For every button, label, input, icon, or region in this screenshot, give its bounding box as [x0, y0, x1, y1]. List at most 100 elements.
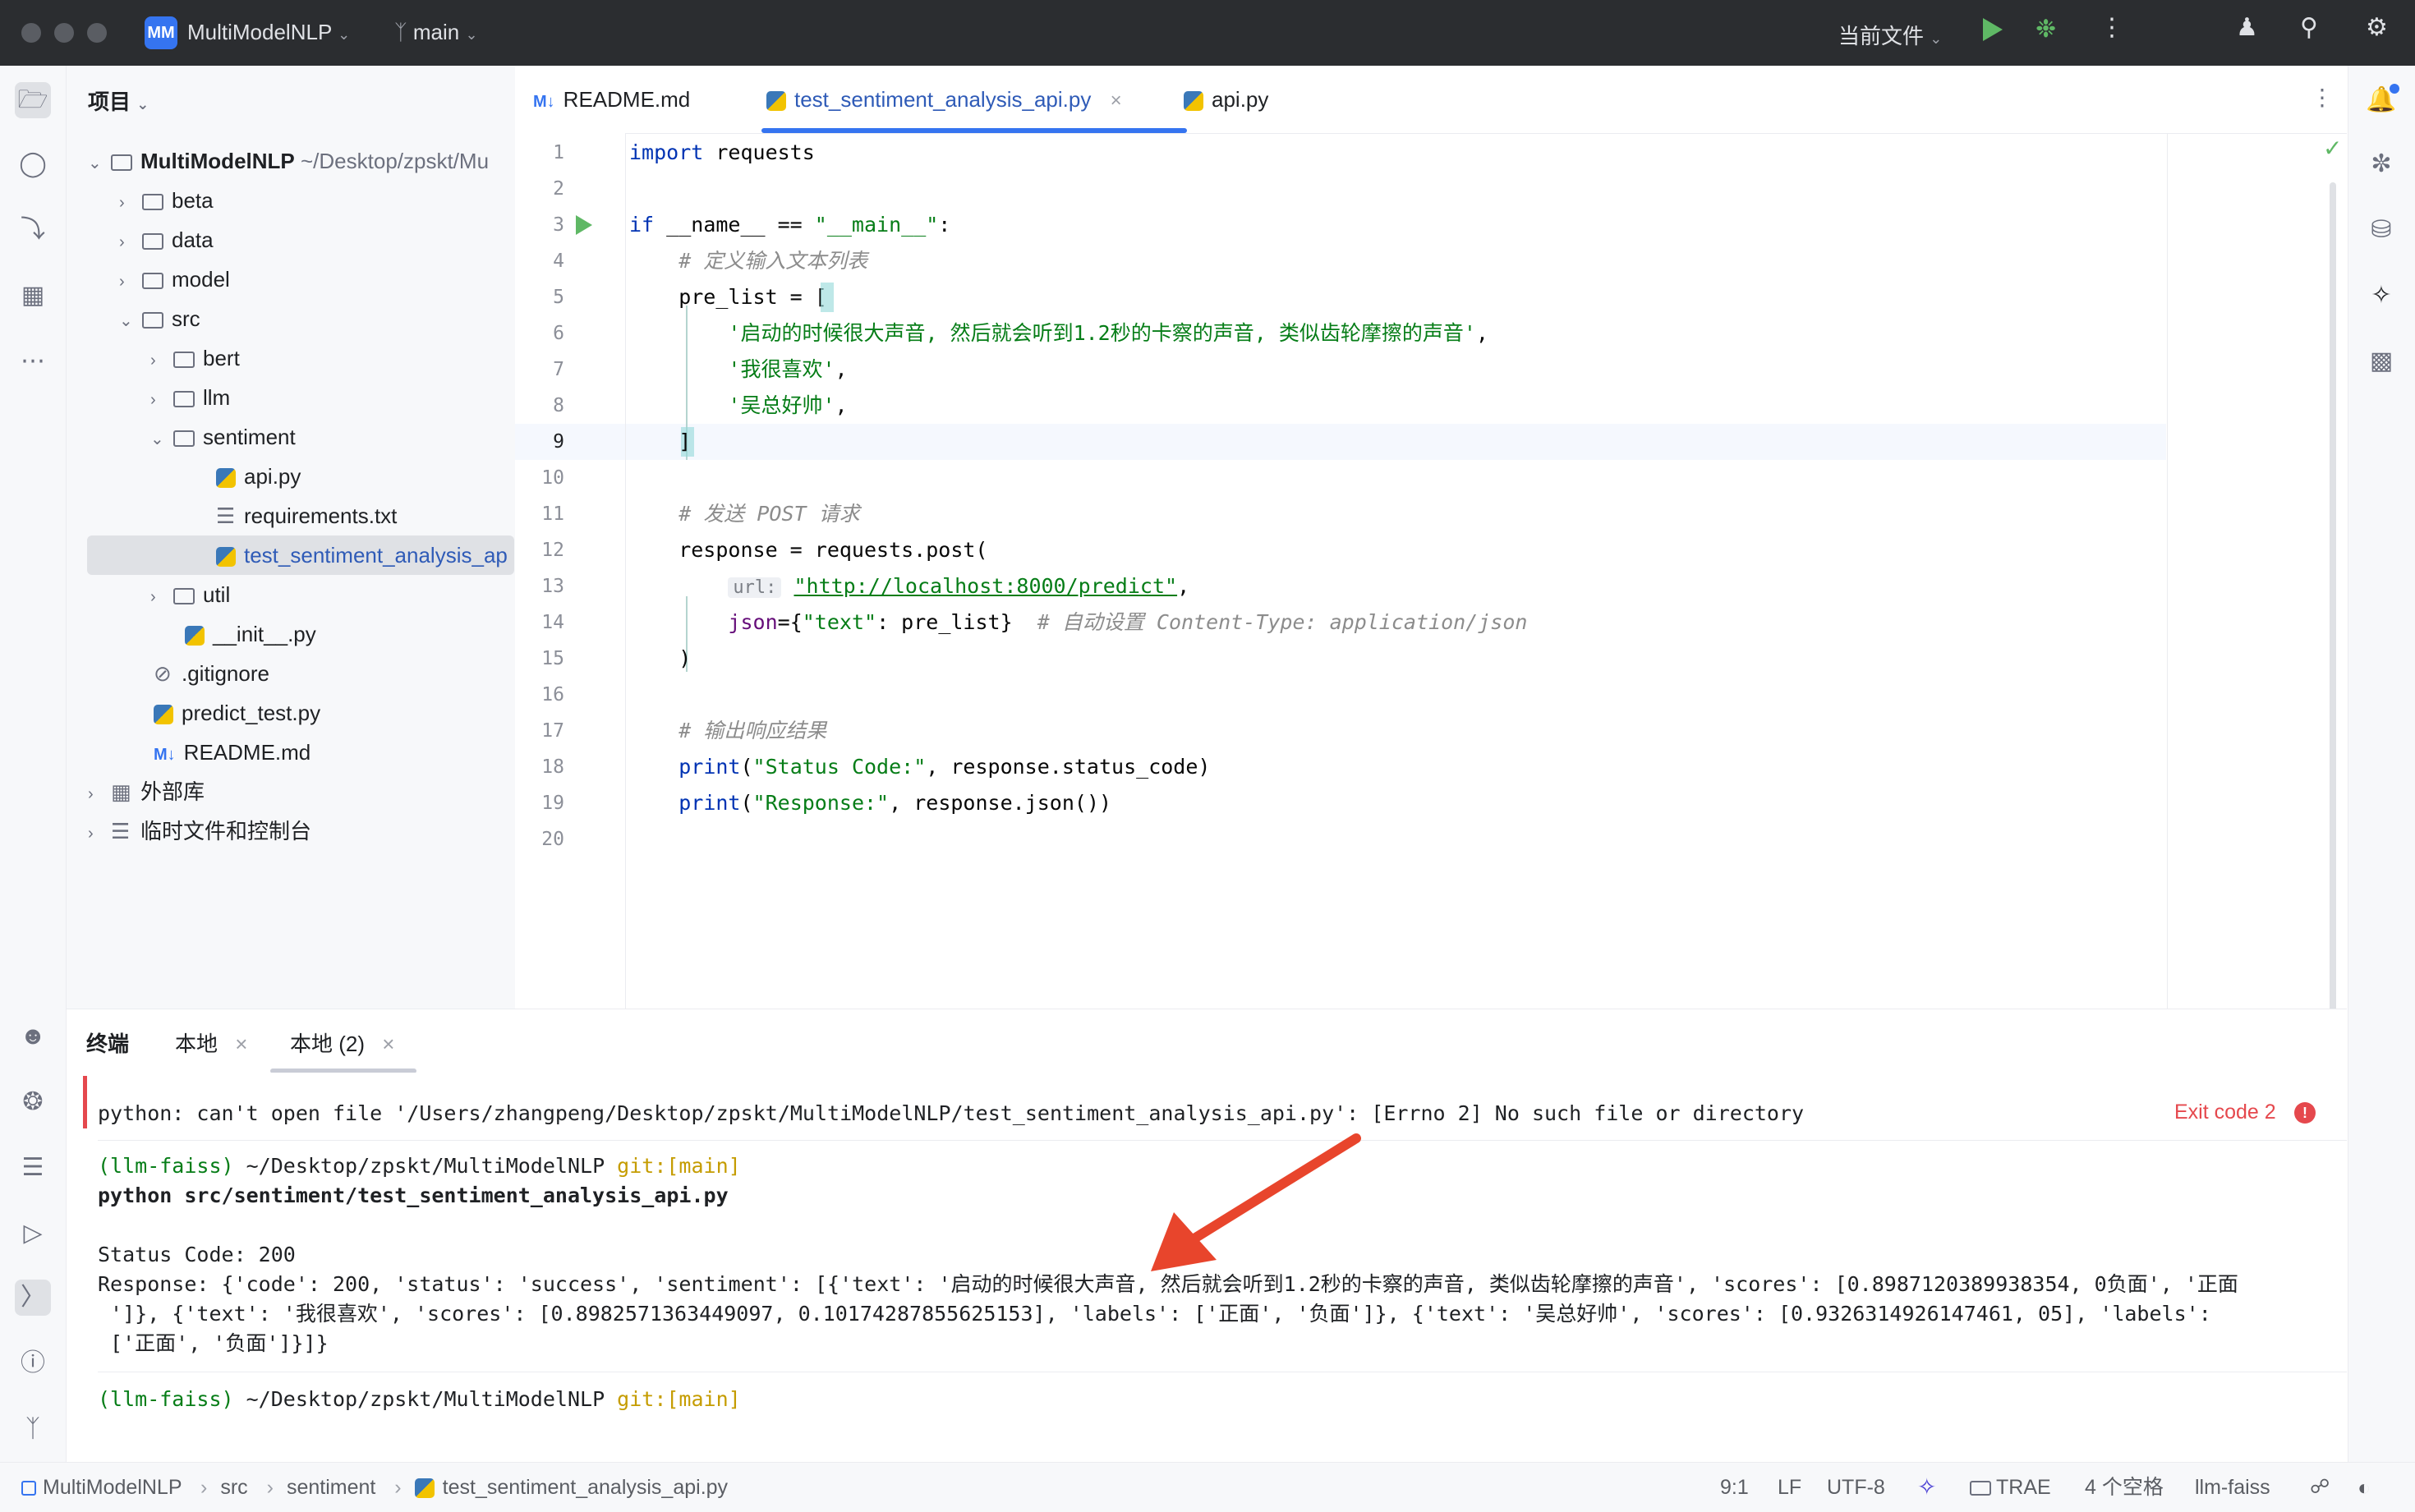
problems-icon[interactable]: ⓘ [15, 1345, 51, 1381]
terminal-output[interactable]: python: can't open file '/Users/zhangpen… [67, 1073, 2347, 1462]
project-panel-title: 项目 [88, 90, 131, 114]
tree-item-src[interactable]: ⌄ src [119, 299, 200, 338]
project-panel: 项目 ⌄ ⌄ MultiModelNLP ~/Desktop/zpskt/Mu ›… [67, 66, 516, 1009]
tree-item-sentiment[interactable]: ⌄ sentiment [150, 417, 296, 457]
branch-switcher[interactable]: ᛉ main ⌄ [394, 20, 478, 45]
project-badge[interactable]: MM [145, 16, 177, 49]
tree-root[interactable]: ⌄ MultiModelNLP ~/Desktop/zpskt/Mu [88, 141, 515, 181]
run-icon[interactable] [1983, 18, 2003, 41]
layers-icon[interactable]: ☰ [15, 1150, 51, 1186]
tree-item-label: bert [203, 346, 240, 370]
tab-test-sentiment-analysis-api[interactable]: test_sentiment_analysis_api.py × [766, 66, 1122, 133]
commit-icon[interactable]: ◯ [15, 146, 51, 182]
editor-tab-bar: M↓ README.md test_sentiment_analysis_api.… [515, 66, 2347, 134]
python-console-icon[interactable]: ❂ [15, 1084, 51, 1120]
current-line-highlight [626, 424, 2166, 460]
project-switcher[interactable]: MultiModelNLP ⌄ [187, 20, 350, 45]
tree-item-util[interactable]: › util [150, 575, 230, 614]
tab-terminal-local-2[interactable]: 本地 (2) × [290, 1027, 394, 1058]
tab-terminal-local[interactable]: 本地 × [175, 1027, 247, 1058]
more-tools-icon[interactable]: ⋯ [15, 343, 51, 379]
editor-scrollbar[interactable] [2330, 182, 2336, 1017]
project-folder-icon[interactable]: 🗁 [15, 82, 51, 118]
search-icon[interactable]: ⚲ [2300, 13, 2318, 42]
breadcrumb-item[interactable]: test_sentiment_analysis_api.py [443, 1476, 728, 1499]
tree-item-label: api.py [244, 464, 301, 489]
line-number: 3 [553, 214, 564, 236]
tree-item-llm[interactable]: › llm [150, 378, 230, 417]
run-config-selector[interactable]: 当前文件 ⌄ [1838, 20, 1942, 50]
terminal-title: 终端 [86, 1032, 130, 1056]
trae-icon[interactable]: ✧ [2363, 278, 2399, 314]
pull-request-icon[interactable]: ⤵ [15, 212, 51, 248]
tree-item-model[interactable]: › model [119, 260, 230, 299]
breadcrumb-item[interactable]: sentiment [287, 1476, 375, 1499]
right-tool-rail: 🔔 ✼ ⛁ ✧ ▩ [2348, 66, 2415, 1462]
project-panel-header[interactable]: 项目 ⌄ [88, 85, 149, 116]
debug-icon[interactable]: ❉ [2036, 15, 2056, 44]
memory-indicator-icon[interactable]: ◐ [2358, 1463, 2371, 1512]
tree-item-external-libs[interactable]: › ▦ 外部库 [88, 772, 205, 811]
python-file-icon [766, 91, 786, 112]
chevron-right-icon: › [150, 588, 156, 606]
tree-item-predict-test[interactable]: predict_test.py [154, 693, 320, 733]
indent-setting[interactable]: 4 个空格 [2085, 1463, 2164, 1512]
trae-status[interactable]: TRAE [1970, 1463, 2051, 1512]
tree-item-api-py[interactable]: api.py [216, 457, 301, 496]
window-close-button[interactable] [21, 23, 41, 43]
add-user-icon[interactable]: ♟ [2236, 13, 2258, 42]
window-minimize-button[interactable] [54, 23, 74, 43]
trae-label: TRAE [1996, 1476, 2051, 1499]
python-file-icon [216, 468, 236, 489]
tab-api-py[interactable]: api.py [1184, 66, 1268, 133]
breadcrumb-item[interactable]: src [220, 1476, 247, 1499]
tree-item-beta[interactable]: › beta [119, 181, 214, 220]
python-file-icon [185, 626, 205, 646]
more-vertical-icon[interactable]: ⋮ [2100, 13, 2124, 42]
tab-options-icon[interactable]: ⋮ [2311, 84, 2334, 111]
no-problems-check-icon[interactable]: ✓ [2323, 135, 2342, 162]
readonly-lock-icon[interactable]: ☍ [2310, 1463, 2330, 1512]
ai-assistant-icon[interactable]: ✼ [2363, 146, 2399, 182]
file-encoding[interactable]: UTF-8 [1827, 1463, 1885, 1512]
source-folder-icon [142, 312, 163, 329]
database-icon[interactable]: ⛁ [2363, 212, 2399, 248]
code-editor[interactable]: import requests if __name__ == "__main__… [626, 133, 2342, 1017]
trae-status-icon[interactable]: ✧ [1917, 1463, 1936, 1512]
tree-item-bert[interactable]: › bert [150, 338, 240, 378]
run-gutter-icon[interactable] [576, 215, 592, 235]
chevron-down-icon: ⌄ [119, 312, 133, 330]
tree-item-requirements[interactable]: ☰ requirements.txt [216, 496, 397, 535]
terminal-icon[interactable]: 〉 [15, 1280, 51, 1316]
tree-item-gitignore[interactable]: ⊘ .gitignore [154, 654, 269, 693]
python-file-icon [414, 1478, 435, 1499]
tree-item-init-py[interactable]: __init__.py [185, 614, 316, 654]
services-icon[interactable]: ▷ [15, 1216, 51, 1252]
breadcrumb-item[interactable]: MultiModelNLP [43, 1476, 182, 1499]
python-interpreter[interactable]: llm-faiss [2195, 1463, 2270, 1512]
parameter-hint: url: [728, 577, 782, 598]
git-icon[interactable]: ᛉ [15, 1411, 51, 1447]
tree-item-data[interactable]: › data [119, 220, 214, 260]
close-tab-icon[interactable]: × [382, 1032, 394, 1056]
settings-icon[interactable]: ⚙ [2366, 13, 2388, 42]
copilot-icon[interactable]: ☻ [15, 1018, 51, 1055]
chevron-right-icon: › [200, 1476, 208, 1499]
code-line-19: print("Response:", response.json()) [678, 791, 1112, 815]
tab-readme[interactable]: M↓ README.md [533, 66, 690, 133]
tree-item-readme[interactable]: M↓ README.md [154, 733, 310, 772]
close-tab-icon[interactable]: × [235, 1032, 247, 1056]
close-tab-icon[interactable]: × [1111, 90, 1122, 112]
assistant-chat-icon[interactable]: ▩ [2363, 343, 2399, 379]
folder-icon [111, 154, 132, 172]
caret-position[interactable]: 9:1 [1720, 1463, 1749, 1512]
folder-icon [173, 430, 195, 448]
terminal-prompt: (llm-faiss) ~/Desktop/zpskt/MultiModelNL… [98, 1154, 741, 1178]
window-zoom-button[interactable] [87, 23, 107, 43]
tree-item-scratches[interactable]: › ☰ 临时文件和控制台 [88, 811, 311, 851]
chevron-right-icon: › [88, 785, 94, 803]
error-icon[interactable]: ! [2294, 1102, 2316, 1124]
line-separator[interactable]: LF [1778, 1463, 1801, 1512]
structure-icon[interactable]: ▦ [15, 278, 51, 314]
tree-item-test-sentiment-selected[interactable]: test_sentiment_analysis_ap [87, 535, 514, 575]
